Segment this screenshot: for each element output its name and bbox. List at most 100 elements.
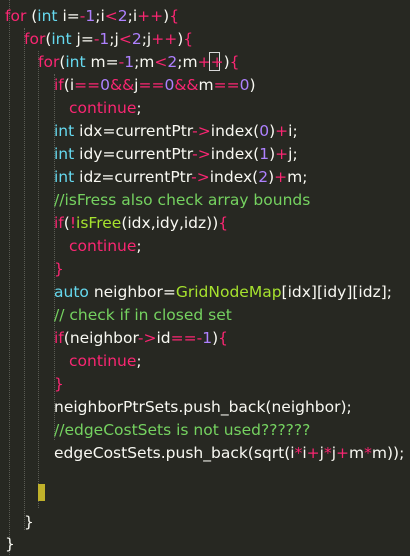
code-token: 2	[258, 168, 269, 186]
code-token: ++	[151, 30, 178, 48]
code-token: j=	[71, 30, 94, 48]
code-token: 0	[164, 76, 175, 94]
code-token: //edgeCostSets is not used??????	[54, 421, 311, 439]
code-token: 1	[124, 53, 135, 71]
code-token: int	[54, 145, 75, 163]
code-token: for	[24, 30, 46, 48]
code-line[interactable]: for(int j=-1;j<2;j++){	[24, 28, 193, 51]
code-token: ;	[136, 237, 142, 255]
code-line[interactable]: int idz=currentPtr->index(2)+m;	[54, 166, 307, 189]
code-token: for	[38, 53, 60, 71]
code-token: m	[349, 444, 365, 462]
code-token: ==	[170, 329, 197, 347]
code-line[interactable]: int idx=currentPtr->index(0)+i;	[54, 120, 298, 143]
code-token: ;m	[134, 53, 155, 71]
code-editor[interactable]: for (int i=-1;i<2;i++){for(int j=-1;j<2;…	[0, 0, 410, 555]
code-token: ->	[191, 168, 210, 186]
code-token: index(	[210, 145, 260, 163]
code-token: {	[218, 329, 228, 347]
code-token: edgeCostSets.push_back(sqrt(i	[54, 444, 295, 462]
indent-guide	[38, 51, 39, 508]
code-token: idy=currentPtr	[74, 145, 193, 163]
code-token: (i	[63, 76, 75, 94]
code-line[interactable]: for(int m=-1;m<2;m++){	[38, 51, 240, 74]
code-token: int	[37, 7, 58, 25]
code-line[interactable]: }	[5, 533, 15, 556]
code-token: &&	[109, 76, 135, 94]
code-line[interactable]: auto neighbor=GridNodeMap[idx][idy][idz]…	[54, 281, 392, 304]
code-token: *	[323, 444, 332, 462]
code-token: if	[54, 76, 64, 94]
code-token: GridNodeMap	[175, 283, 282, 301]
code-token: 1	[202, 329, 213, 347]
code-token: (idx,idy,idz))	[121, 214, 219, 232]
code-token: +	[306, 444, 320, 462]
code-token: ;j	[141, 30, 152, 48]
code-token: ;j	[109, 30, 119, 48]
code-token: +	[336, 444, 350, 462]
code-line[interactable]: neighborPtrSets.push_back(neighbor);	[54, 396, 352, 419]
code-token: index(	[210, 122, 260, 140]
code-token: (	[26, 7, 38, 25]
code-token: +	[275, 145, 289, 163]
code-line[interactable]: if(i==0&&j==0&&m==0)	[54, 74, 256, 97]
code-token: id	[156, 329, 171, 347]
code-token: }	[5, 535, 15, 553]
code-token: int	[65, 53, 86, 71]
code-token: neighbor=	[88, 283, 176, 301]
code-line[interactable]: continue;	[69, 350, 142, 373]
code-token: }	[54, 375, 64, 393]
code-token: isFree	[76, 214, 122, 232]
code-token: [idx][idy][idz];	[281, 283, 392, 301]
code-line[interactable]: edgeCostSets.push_back(sqrt(i*i+j*j+m*m)…	[54, 442, 404, 465]
code-token: <	[104, 7, 118, 25]
code-token: auto	[54, 283, 89, 301]
code-token: 0	[100, 76, 110, 94]
indent-guide	[9, 0, 10, 555]
code-token: 1	[85, 7, 96, 25]
code-token: }	[54, 260, 64, 278]
code-token: 2	[131, 30, 142, 48]
code-token: ->	[192, 145, 211, 163]
code-line[interactable]: if(!isFree(idx,idy,idz)){	[54, 212, 228, 235]
code-token: if	[54, 214, 64, 232]
code-token: }	[24, 513, 34, 531]
code-line[interactable]: //isFress also check array bounds	[54, 189, 310, 212]
code-token: int	[54, 122, 75, 140]
code-token: int	[54, 168, 75, 186]
code-line[interactable]: }	[54, 258, 64, 281]
code-line[interactable]: continue;	[69, 97, 142, 120]
code-token: i=	[57, 7, 80, 25]
code-token: <	[118, 30, 132, 48]
code-token: ==	[138, 76, 165, 94]
code-token: int	[51, 30, 72, 48]
code-token: 0	[259, 122, 270, 140]
code-token: *	[364, 444, 372, 462]
code-token: continue	[69, 352, 137, 370]
code-token: continue	[69, 99, 137, 117]
code-token: ;	[136, 99, 142, 117]
code-token: ==	[213, 76, 240, 94]
code-token: idx=currentPtr	[74, 122, 193, 140]
code-line[interactable]: if(neighbor->id==-1){	[54, 327, 228, 350]
code-token: ->	[192, 122, 211, 140]
code-token: 2	[167, 53, 178, 71]
code-token: {	[229, 53, 240, 71]
code-token: ;i	[95, 7, 105, 25]
code-token: m));	[371, 444, 405, 462]
code-line[interactable]: int idy=currentPtr->index(1)+j;	[54, 143, 298, 166]
code-token: <	[154, 53, 168, 71]
code-line[interactable]: //edgeCostSets is not used??????	[54, 419, 310, 442]
indent-guide	[24, 28, 25, 530]
code-token: 0	[239, 76, 250, 94]
code-token: // check if in closed set	[54, 306, 232, 324]
code-token: &&	[174, 76, 199, 94]
code-line[interactable]: for (int i=-1;i<2;i++){	[5, 5, 179, 28]
code-token: i;	[288, 122, 298, 140]
code-line[interactable]: }	[54, 373, 64, 396]
code-line[interactable]: continue;	[69, 235, 142, 258]
code-line[interactable]: }	[24, 511, 34, 534]
code-token: 2	[117, 7, 128, 25]
code-token: {	[169, 7, 180, 25]
code-line[interactable]: // check if in closed set	[54, 304, 232, 327]
